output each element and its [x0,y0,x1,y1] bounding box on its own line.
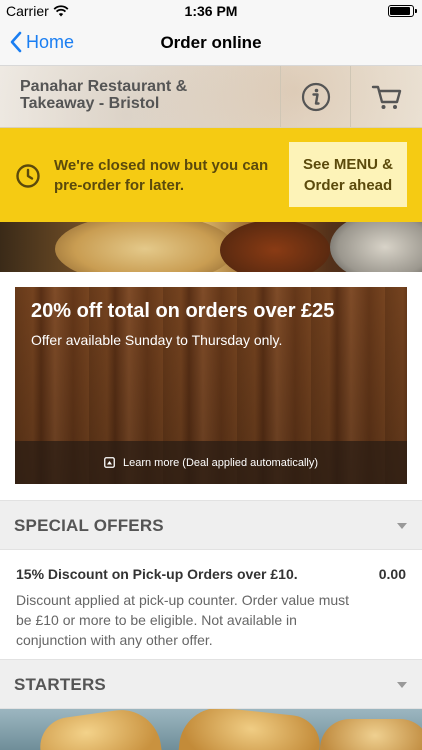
page-title: Order online [160,33,262,52]
item-description: Discount applied at pick-up counter. Ord… [16,592,350,648]
food-banner-image [0,222,422,272]
status-bar: Carrier 1:36 PM [0,0,422,22]
item-price: 0.00 [378,566,406,582]
starters-image [0,709,422,750]
section-special-offers[interactable]: SPECIAL OFFERS [0,500,422,550]
deal-footer-text: Learn more (Deal applied automatically) [122,456,319,469]
section-starters[interactable]: STARTERS [0,659,422,709]
cart-button[interactable] [350,66,422,127]
menu-item[interactable]: 15% Discount on Pick-up Orders over £10.… [0,550,422,659]
chevron-down-icon [397,523,407,529]
deal-title: 20% off total on orders over £25 [31,300,335,322]
navigation-bar: Home Order online [0,22,422,66]
deal-subtitle: Offer available Sunday to Thursday only. [31,332,283,348]
info-button[interactable] [280,66,350,127]
chevron-down-icon [397,682,407,688]
status-time: 1:36 PM [184,3,238,19]
closed-message: We're closed now but you can pre-order f… [54,157,269,194]
closed-banner: We're closed now but you can pre-order f… [0,128,422,222]
section-label: STARTERS [14,675,106,694]
info-icon [301,82,330,112]
restaurant-name: Panahar Restaurant & Takeaway - Bristol [20,78,188,112]
cart-icon [371,85,401,109]
deal-card[interactable]: 20% off total on orders over £25 Offer a… [15,287,407,484]
section-label: SPECIAL OFFERS [14,516,164,535]
battery-icon [388,5,417,17]
item-title: 15% Discount on Pick-up Orders over £10. [16,566,298,582]
clock-icon [16,164,40,188]
info-square-icon [104,457,115,468]
restaurant-header: Panahar Restaurant & Takeaway - Bristol [0,66,422,128]
deal-learn-more[interactable]: Learn more (Deal applied automatically) [15,441,407,484]
see-menu-button[interactable]: See MENU & Order ahead [289,142,407,207]
